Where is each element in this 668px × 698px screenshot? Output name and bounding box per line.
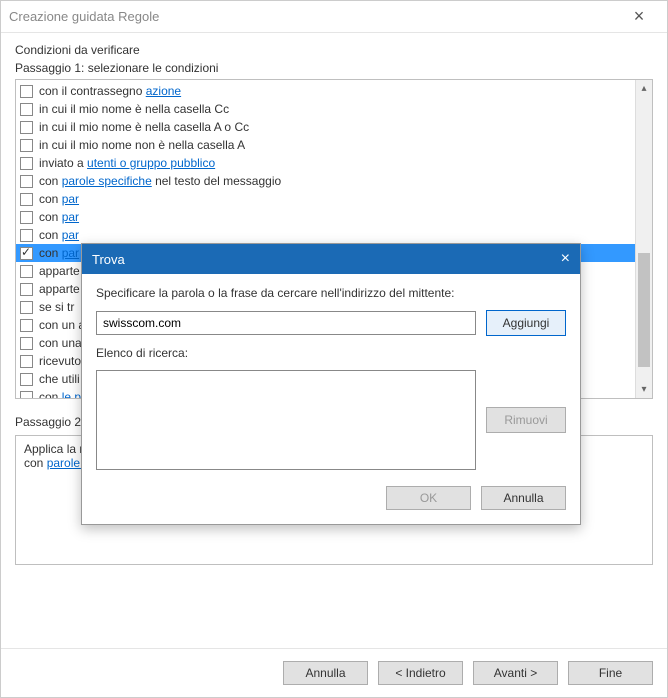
finish-button[interactable]: Fine [568,661,653,685]
condition-text: apparte [39,282,80,296]
scroll-track[interactable] [636,97,652,381]
condition-link[interactable]: azione [146,84,181,98]
condition-checkbox[interactable] [20,247,33,260]
remove-button: Rimuovi [486,407,566,433]
condition-checkbox[interactable] [20,337,33,350]
condition-checkbox[interactable] [20,139,33,152]
find-dialog-body: Specificare la parola o la frase da cerc… [82,274,580,486]
find-dialog: Trova × Specificare la parola o la frase… [81,243,581,525]
condition-link[interactable]: par [62,210,79,224]
scroll-thumb[interactable] [638,253,650,367]
condition-checkbox[interactable] [20,391,33,399]
titlebar: Creazione guidata Regole × [1,1,667,33]
condition-row[interactable]: in cui il mio nome è nella casella Cc [16,100,635,118]
condition-row[interactable]: in cui il mio nome è nella casella A o C… [16,118,635,136]
search-list-label: Elenco di ricerca: [96,346,566,360]
condition-row[interactable]: in cui il mio nome non è nella casella A [16,136,635,154]
condition-text: con una [39,336,82,350]
wizard-footer: Annulla < Indietro Avanti > Fine [1,648,667,697]
condition-checkbox[interactable] [20,193,33,206]
find-dialog-titlebar: Trova × [82,244,580,274]
condition-text: con par [39,192,79,206]
condition-text: con un a [39,318,85,332]
condition-link[interactable]: utenti o gruppo pubblico [87,156,215,170]
condition-link[interactable]: par [62,192,79,206]
search-list[interactable] [96,370,476,470]
condition-link[interactable]: le p [62,390,81,398]
condition-text: ricevuto [39,354,81,368]
condition-row[interactable]: con il contrassegno azione [16,82,635,100]
content-area: Condizioni da verificare Passaggio 1: se… [1,33,667,648]
condition-link[interactable]: par [62,246,79,260]
condition-checkbox[interactable] [20,121,33,134]
condition-row[interactable]: con parole specifiche nel testo del mess… [16,172,635,190]
condition-text: con par [39,210,79,224]
condition-checkbox[interactable] [20,211,33,224]
rules-wizard-window: Creazione guidata Regole × Condizioni da… [0,0,668,698]
condition-link[interactable]: par [62,228,79,242]
condition-checkbox[interactable] [20,229,33,242]
condition-checkbox[interactable] [20,373,33,386]
condition-checkbox[interactable] [20,103,33,116]
condition-text: con le p [39,390,81,398]
find-dialog-title: Trova [92,252,530,267]
find-cancel-button[interactable]: Annulla [481,486,566,510]
condition-checkbox[interactable] [20,175,33,188]
condition-checkbox[interactable] [20,85,33,98]
condition-text: apparte [39,264,80,278]
condition-text: con par [39,228,79,242]
condition-text: in cui il mio nome non è nella casella A [39,138,245,152]
ok-button: OK [386,486,471,510]
condition-row[interactable]: con par [16,208,635,226]
next-button[interactable]: Avanti > [473,661,558,685]
find-dialog-close-icon[interactable]: × [530,250,570,268]
condition-text: se si tr [39,300,74,314]
find-dialog-footer: OK Annulla [82,486,580,524]
condition-checkbox[interactable] [20,319,33,332]
condition-row[interactable]: inviato a utenti o gruppo pubblico [16,154,635,172]
step1-label: Passaggio 1: selezionare le condizioni [15,61,653,75]
cancel-button[interactable]: Annulla [283,661,368,685]
condition-checkbox[interactable] [20,355,33,368]
condition-row[interactable]: con par [16,226,635,244]
find-instruction: Specificare la parola o la frase da cerc… [96,286,566,300]
condition-link[interactable]: parole specifiche [62,174,152,188]
scroll-up-icon[interactable]: ▴ [636,80,652,97]
condition-text: in cui il mio nome è nella casella A o C… [39,120,249,134]
condition-text: che utili [39,372,80,386]
condition-text: con parole specifiche nel testo del mess… [39,174,281,188]
condition-checkbox[interactable] [20,265,33,278]
add-button[interactable]: Aggiungi [486,310,566,336]
close-icon[interactable]: × [619,6,659,27]
back-button[interactable]: < Indietro [378,661,463,685]
condition-checkbox[interactable] [20,157,33,170]
window-title: Creazione guidata Regole [9,9,619,24]
condition-text: con par [39,246,79,260]
scroll-down-icon[interactable]: ▾ [636,381,652,398]
condition-text: inviato a utenti o gruppo pubblico [39,156,215,170]
condition-text: in cui il mio nome è nella casella Cc [39,102,229,116]
scrollbar[interactable]: ▴ ▾ [635,80,652,398]
condition-checkbox[interactable] [20,283,33,296]
condition-text: con il contrassegno azione [39,84,181,98]
conditions-heading: Condizioni da verificare [15,43,653,57]
search-input[interactable] [96,311,476,335]
condition-checkbox[interactable] [20,301,33,314]
condition-row[interactable]: con par [16,190,635,208]
